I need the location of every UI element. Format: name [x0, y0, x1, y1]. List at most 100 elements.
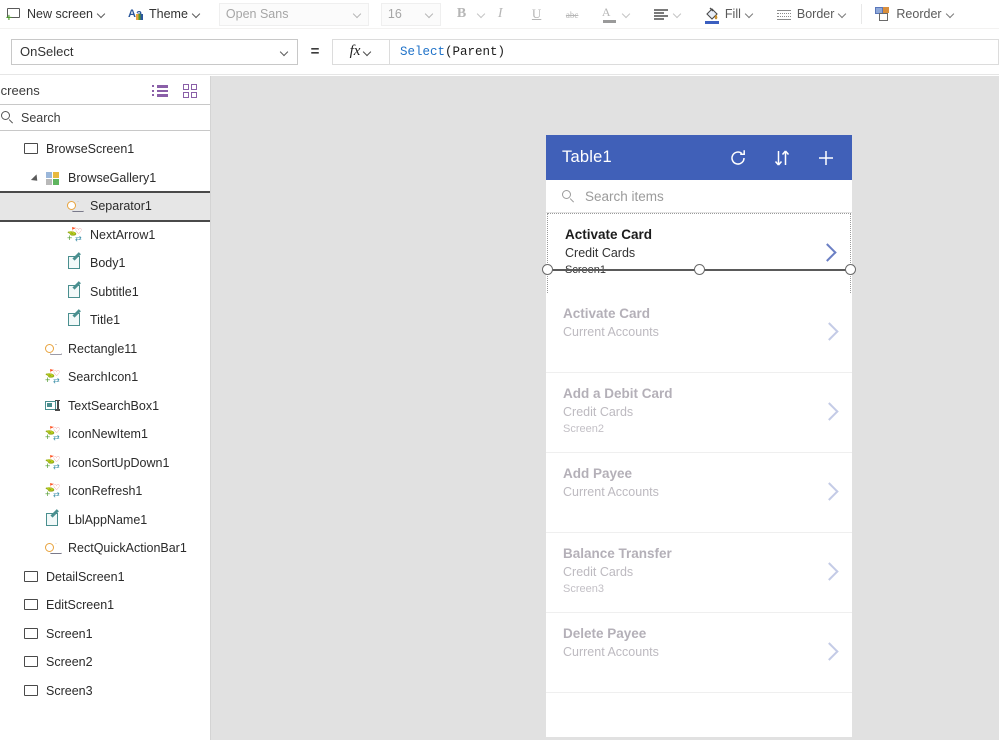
chevron-down-icon: [947, 10, 955, 18]
tree-item-separator1[interactable]: Separator1: [0, 191, 210, 222]
resize-handle-right[interactable]: [845, 264, 856, 275]
control-icon: ⛳ ♡ + ⇄: [45, 426, 61, 443]
gallery-item-subtitle: Credit Cards: [563, 405, 634, 419]
border-button[interactable]: Border: [770, 0, 854, 29]
underline-button[interactable]: U: [526, 0, 554, 29]
tree-item-label: DetailScreen1: [46, 569, 125, 584]
strikethrough-button[interactable]: abc: [560, 0, 588, 29]
tree-item-iconsortupdown1[interactable]: ⛳ ♡ + ⇄ IconSortUpDown1: [0, 449, 210, 478]
tree-item-browsescreen1[interactable]: BrowseScreen1: [0, 135, 210, 164]
design-canvas[interactable]: Table1 Search items Activate Card Credit…: [211, 76, 999, 740]
tree-item-searchicon1[interactable]: ⛳ ♡ + ⇄ SearchIcon1: [0, 363, 210, 392]
tree-item-label: Screen2: [46, 655, 93, 670]
tree-item-screen3[interactable]: Screen3: [0, 677, 210, 706]
control-icon: ⛳ ♡ + ⇄: [67, 226, 83, 243]
tree-item-nextarrow1[interactable]: ⛳ ♡ + ⇄ NextArrow1: [0, 221, 210, 250]
property-select[interactable]: OnSelect: [11, 38, 298, 65]
resize-handle-left[interactable]: [542, 264, 553, 275]
next-arrow-icon[interactable]: [823, 645, 836, 658]
gallery-item-subtitle: Current Accounts: [563, 485, 659, 499]
new-screen-button[interactable]: + New screen: [0, 0, 112, 29]
refresh-icon[interactable]: [728, 148, 748, 168]
chevron-down-icon: [281, 48, 289, 56]
tree-item-rectangle11[interactable]: Rectangle11: [0, 335, 210, 364]
tree-item-rectquickactionbar1[interactable]: RectQuickActionBar1: [0, 534, 210, 563]
font-color-button[interactable]: A: [596, 0, 637, 29]
phone-preview: Table1 Search items Activate Card Credit…: [542, 135, 856, 737]
sidebar-search-input[interactable]: Search: [0, 104, 210, 131]
equals-sign: =: [310, 43, 320, 60]
tree-item-label: Screen1: [46, 626, 93, 641]
screens-sidebar: Screens Search BrowseScreen1 BrowseGaller…: [0, 76, 211, 740]
fill-button[interactable]: Fill: [698, 0, 760, 29]
shape-icon: [45, 341, 61, 357]
bold-button[interactable]: B: [451, 0, 492, 29]
tree-item-textsearchbox1[interactable]: TextSearchBox1: [0, 392, 210, 421]
tree-item-subtitle1[interactable]: Subtitle1: [0, 278, 210, 307]
tree-view-icon[interactable]: [152, 82, 168, 98]
chevron-down-icon: [98, 10, 106, 18]
gallery-item[interactable]: Activate CardCredit CardsScreen1: [547, 213, 851, 293]
control-icon: ⛳ ♡ + ⇄: [45, 369, 61, 386]
browse-gallery: Activate CardCredit CardsScreen1Activate…: [546, 213, 852, 693]
gallery-icon: [45, 170, 61, 186]
tree-item-editscreen1[interactable]: EditScreen1: [0, 591, 210, 620]
sort-updown-icon[interactable]: [772, 148, 792, 168]
next-arrow-icon[interactable]: [823, 485, 836, 498]
tree-item-title1[interactable]: Title1: [0, 306, 210, 335]
shape-icon: [67, 198, 83, 214]
next-arrow-icon[interactable]: [823, 325, 836, 338]
theme-button[interactable]: Aa Theme: [122, 0, 207, 29]
property-select-value: OnSelect: [20, 44, 74, 59]
app-search-box[interactable]: Search items: [546, 180, 852, 213]
tree-item-iconnewitem1[interactable]: ⛳ ♡ + ⇄ IconNewItem1: [0, 420, 210, 449]
thumbnail-view-icon[interactable]: [182, 82, 198, 98]
expander-icon[interactable]: [30, 171, 44, 185]
gallery-item[interactable]: Add a Debit Card Credit Cards Screen2: [546, 373, 852, 453]
tree-item-label: Subtitle1: [90, 284, 139, 299]
gallery-item-body: Screen2: [563, 423, 604, 435]
strikethrough-icon: abc: [565, 10, 579, 20]
tree-item-detailscreen1[interactable]: DetailScreen1: [0, 563, 210, 592]
formula-input[interactable]: Select (Parent): [390, 38, 999, 65]
plus-icon[interactable]: [816, 148, 836, 168]
next-arrow-icon[interactable]: [823, 405, 836, 418]
next-arrow-icon[interactable]: [823, 565, 836, 578]
gallery-item[interactable]: Delete Payee Current Accounts: [546, 613, 852, 693]
gallery-item[interactable]: Balance Transfer Credit Cards Screen3: [546, 533, 852, 613]
gallery-item[interactable]: Activate Card Current Accounts: [546, 293, 852, 373]
sidebar-view-toggles: [152, 82, 204, 98]
align-button[interactable]: [647, 0, 688, 29]
resize-handle-center[interactable]: [694, 264, 705, 275]
gallery-item[interactable]: Add Payee Current Accounts: [546, 453, 852, 533]
tree-item-browsegallery1[interactable]: BrowseGallery1: [0, 164, 210, 193]
chevron-down-icon: [478, 10, 486, 18]
font-family-select[interactable]: Open Sans: [218, 2, 369, 26]
fill-bucket-icon: [704, 6, 720, 24]
tree-item-lblappname1[interactable]: LblAppName1: [0, 506, 210, 535]
chevron-down-icon: [839, 10, 847, 18]
next-arrow-icon[interactable]: [821, 246, 834, 259]
screen-icon: [23, 654, 39, 670]
top-toolbar: + New screen Aa Theme Open Sans 16 B I U…: [0, 0, 999, 29]
tree-item-screen1[interactable]: Screen1: [0, 620, 210, 649]
tree-item-label: TextSearchBox1: [68, 398, 160, 413]
font-size-select[interactable]: 16: [380, 2, 441, 26]
reorder-button[interactable]: Reorder: [869, 0, 960, 29]
tree-item-iconrefresh1[interactable]: ⛳ ♡ + ⇄ IconRefresh1: [0, 477, 210, 506]
tree-item-body1[interactable]: Body1: [0, 249, 210, 278]
tree-item-label: RectQuickActionBar1: [68, 541, 187, 556]
tree-item-label: Body1: [90, 256, 126, 271]
fx-button[interactable]: fx: [332, 38, 390, 65]
tree-item-screen2[interactable]: Screen2: [0, 648, 210, 677]
italic-button[interactable]: I: [492, 0, 520, 29]
gallery-item-title: Activate Card: [565, 227, 653, 242]
textbox-icon: [45, 398, 61, 414]
plus-glyph: [819, 150, 833, 165]
